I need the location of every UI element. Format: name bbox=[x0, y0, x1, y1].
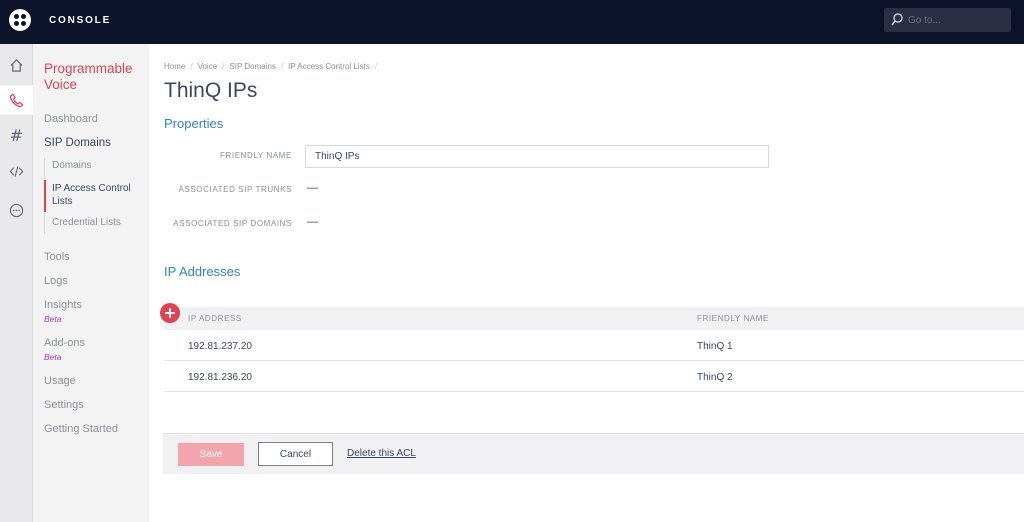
sidebar-item-usage[interactable]: Usage bbox=[44, 375, 76, 387]
sidebar-item-sip-domains[interactable]: SIP Domains bbox=[44, 137, 111, 149]
associated-sip-domains-value: — bbox=[307, 216, 318, 228]
product-title[interactable]: Programmable Voice bbox=[44, 61, 144, 93]
rail-more[interactable] bbox=[0, 195, 33, 225]
app-title[interactable]: CONSOLE bbox=[49, 15, 111, 26]
code-icon bbox=[9, 165, 24, 177]
rail-hash[interactable]: # bbox=[0, 120, 33, 150]
addons-beta-badge: Beta bbox=[44, 352, 62, 362]
sidebar-item-credential-lists[interactable]: Credential Lists bbox=[44, 212, 149, 234]
main-content: Home / Voice / SIP Domains / IP Access Control… bbox=[149, 44, 1024, 522]
column-header-friendly-name[interactable]: FRIENDLY NAME bbox=[697, 314, 769, 323]
save-button[interactable]: Save bbox=[178, 443, 244, 466]
insights-beta-badge: Beta bbox=[44, 314, 62, 324]
breadcrumb-voice[interactable]: Voice bbox=[198, 62, 218, 71]
ip-addresses-heading: IP Addresses bbox=[164, 264, 241, 279]
friendly-name-cell[interactable]: ThinQ 2 bbox=[697, 372, 733, 383]
home-icon bbox=[10, 58, 23, 72]
search-input[interactable] bbox=[908, 12, 1006, 28]
search-icon bbox=[891, 13, 903, 26]
associated-sip-domains-label: ASSOCIATED SIP DOMAINS bbox=[173, 219, 292, 228]
table-row[interactable]: 192.81.237.20 ThinQ 1 bbox=[164, 330, 1024, 361]
friendly-name-label: FRIENDLY NAME bbox=[220, 151, 292, 160]
ip-address-cell[interactable]: 192.81.236.20 bbox=[188, 372, 252, 383]
cancel-button[interactable]: Cancel bbox=[258, 442, 333, 466]
sidebar-item-logs[interactable]: Logs bbox=[44, 275, 68, 287]
sidebar-item-ip-access-control-lists[interactable]: IP Access Control Lists bbox=[44, 180, 149, 212]
hash-icon: # bbox=[9, 125, 24, 145]
table-row[interactable]: 192.81.236.20 ThinQ 2 bbox=[164, 361, 1024, 392]
add-ip-address-button[interactable] bbox=[160, 303, 180, 323]
breadcrumb-sip-domains[interactable]: SIP Domains bbox=[229, 62, 276, 71]
more-icon bbox=[9, 203, 24, 217]
table-header: IP ADDRESS FRIENDLY NAME bbox=[164, 307, 1024, 330]
sidebar-item-domains[interactable]: Domains bbox=[44, 158, 149, 179]
column-header-ip-address[interactable]: IP ADDRESS bbox=[188, 314, 242, 323]
breadcrumb: Home / Voice / SIP Domains / IP Access Control… bbox=[164, 62, 378, 71]
ip-address-table: IP ADDRESS FRIENDLY NAME 192.81.237.20 T… bbox=[164, 307, 1024, 392]
sidebar-item-addons[interactable]: Add-ons bbox=[44, 337, 85, 349]
search-box[interactable] bbox=[884, 8, 1011, 32]
rail-code[interactable] bbox=[0, 156, 33, 186]
rail-home[interactable] bbox=[0, 50, 33, 80]
associated-sip-trunks-label: ASSOCIATED SIP TRUNKS bbox=[178, 185, 292, 194]
phone-icon bbox=[9, 93, 24, 107]
icon-rail: # bbox=[0, 44, 33, 522]
properties-heading: Properties bbox=[164, 116, 224, 131]
friendly-name-cell[interactable]: ThinQ 1 bbox=[697, 341, 733, 352]
associated-sip-trunks-value: — bbox=[307, 182, 318, 194]
sidebar-item-settings[interactable]: Settings bbox=[44, 399, 84, 411]
friendly-name-input[interactable] bbox=[305, 145, 769, 168]
action-bar: Save Cancel Delete this ACL bbox=[163, 433, 1024, 474]
twilio-logo-icon[interactable] bbox=[9, 9, 31, 31]
sidebar-item-tools[interactable]: Tools bbox=[44, 251, 70, 263]
sidebar-item-insights[interactable]: Insights bbox=[44, 299, 82, 311]
page-title: ThinQ IPs bbox=[164, 79, 258, 102]
sidebar-item-getting-started[interactable]: Getting Started bbox=[44, 423, 118, 435]
top-bar: CONSOLE bbox=[0, 0, 1024, 44]
rail-voice[interactable] bbox=[0, 85, 33, 115]
breadcrumb-ip-access-control-lists[interactable]: IP Access Control Lists bbox=[288, 62, 370, 71]
product-sidebar: Programmable Voice Dashboard SIP Domains… bbox=[33, 44, 149, 522]
delete-acl-link[interactable]: Delete this ACL bbox=[347, 448, 416, 459]
breadcrumb-home[interactable]: Home bbox=[164, 62, 185, 71]
sidebar-item-dashboard[interactable]: Dashboard bbox=[44, 113, 98, 125]
ip-address-cell[interactable]: 192.81.237.20 bbox=[188, 341, 252, 352]
